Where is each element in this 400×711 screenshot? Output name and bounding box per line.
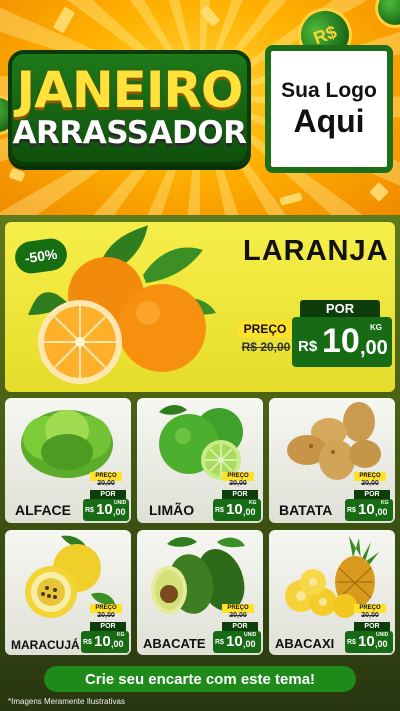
price-unit: KG — [381, 500, 389, 506]
logo-placeholder: Sua Logo Aqui — [265, 45, 393, 173]
old-price: 20,00 — [229, 480, 247, 487]
currency: R$ — [347, 639, 356, 646]
old-price: R$ 20,00 — [241, 340, 291, 354]
disclaimer-text: *Imagens Meramente Ilustrativas — [8, 697, 125, 706]
old-price: 20,00 — [97, 612, 115, 619]
currency: R$ — [298, 338, 318, 355]
campaign-title: JANEIRO ARRASSADOR — [8, 50, 251, 166]
price-box: R$ 10 ,00 UNID — [83, 499, 129, 521]
lettuce-image — [21, 410, 113, 478]
por-label: POR — [354, 490, 390, 499]
product-card: MARACUJÁ PREÇO 20,00 POR R$ 10 ,00 KG — [5, 530, 131, 655]
price-unit: KG — [370, 323, 382, 332]
lime-image — [159, 405, 243, 480]
price-integer: 10 — [226, 633, 243, 650]
title-line-2: ARRASSADOR — [12, 115, 247, 151]
price-decimal: ,00 — [243, 507, 256, 517]
price-integer: 10 — [358, 633, 375, 650]
logo-line-1: Sua Logo — [281, 79, 377, 102]
price-unit: UNID — [376, 632, 389, 638]
product-card: ABACAXI PREÇO 20,00 POR R$ 10 ,00 UNID — [269, 530, 395, 655]
price-integer: 10 — [322, 322, 360, 360]
por-label: POR — [300, 300, 380, 317]
price-unit: KG — [117, 632, 125, 638]
por-label: POR — [354, 622, 390, 631]
price-decimal: ,00 — [375, 507, 388, 517]
price-unit: UNID — [244, 632, 257, 638]
preco-label: PREÇO — [238, 321, 292, 337]
current-price: R$ 10 ,00 KG — [81, 631, 129, 653]
product-name: ABACAXI — [275, 636, 335, 651]
por-label: POR — [222, 622, 258, 631]
product-card: ALFACE PREÇO 20,00 POR R$ 10 ,00 UNID — [5, 398, 131, 523]
featured-price-tag: POR PREÇO R$ 20,00 R$ 10 ,00 KG — [238, 300, 394, 368]
old-price: 20,00 — [361, 612, 379, 619]
header-banner: R$ JANEIRO ARRASSADOR Sua Logo Aqui — [0, 0, 400, 215]
price-unit: UNID — [114, 500, 127, 506]
price-decimal: ,00 — [360, 337, 388, 359]
currency: R$ — [85, 507, 94, 514]
product-name: ALFACE — [15, 502, 71, 518]
product-card: BATATA PREÇO 20,00 POR R$ 10 ,00 KG — [269, 398, 395, 523]
por-label: POR — [90, 622, 126, 631]
current-price: R$ 10 ,00 UNID — [83, 499, 129, 521]
featured-product-name: LARANJA — [243, 235, 389, 267]
current-price: R$ 10 ,00 KG — [213, 499, 261, 521]
price-box: R$ 10 ,00 KG — [81, 631, 129, 653]
price-box: R$ 10 ,00 UNID — [213, 631, 261, 653]
product-card: ABACATE PREÇO 20,00 POR R$ 10 ,00 UNID — [137, 530, 263, 655]
current-price: R$ 10 ,00 KG — [345, 499, 393, 521]
old-price: 20,00 — [361, 480, 379, 487]
cta-button[interactable]: Crie seu encarte com este tema! — [44, 666, 356, 692]
product-name: ABACATE — [143, 636, 206, 651]
price-unit: KG — [249, 500, 257, 506]
old-price: 20,00 — [97, 480, 115, 487]
current-price: R$ 10 ,00 KG — [292, 317, 392, 367]
price-integer: 10 — [226, 501, 243, 518]
price-decimal: ,00 — [111, 639, 124, 649]
price-box: R$ 10 ,00 KG — [345, 499, 393, 521]
product-card: LIMÃO PREÇO 20,00 POR R$ 10 ,00 KG — [137, 398, 263, 523]
current-price: R$ 10 ,00 UNID — [213, 631, 261, 653]
product-name: LIMÃO — [149, 502, 195, 518]
currency: R$ — [83, 639, 92, 646]
price-integer: 10 — [358, 501, 375, 518]
price-box: R$ 10 ,00 KG — [213, 499, 261, 521]
currency: R$ — [215, 507, 224, 514]
old-price: 20,00 — [229, 612, 247, 619]
price-decimal: ,00 — [375, 639, 388, 649]
price-box: R$ 10 ,00 UNID — [345, 631, 393, 653]
por-label: POR — [90, 490, 126, 499]
title-line-1: JANEIRO — [16, 61, 244, 119]
product-name: MARACUJÁ — [11, 638, 80, 652]
por-label: POR — [222, 490, 258, 499]
product-name: BATATA — [279, 502, 333, 518]
current-price: R$ 10 ,00 UNID — [345, 631, 393, 653]
price-decimal: ,00 — [243, 639, 256, 649]
currency: R$ — [215, 639, 224, 646]
price-integer: 10 — [94, 633, 111, 650]
currency: R$ — [347, 507, 356, 514]
logo-line-2: Aqui — [293, 103, 365, 139]
price-integer: 10 — [96, 501, 113, 518]
price-decimal: ,00 — [113, 507, 126, 517]
